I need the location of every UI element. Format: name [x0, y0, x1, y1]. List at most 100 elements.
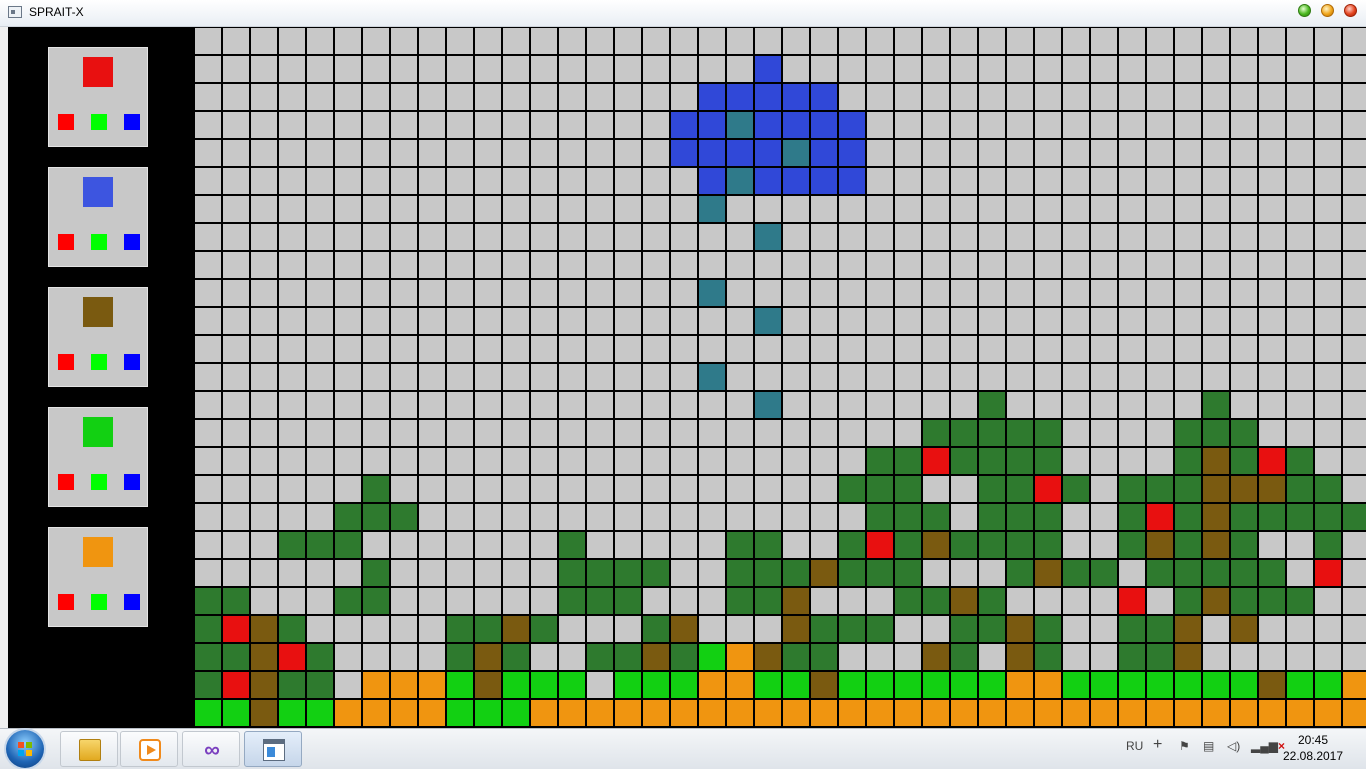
pixel-cell[interactable] — [1231, 476, 1257, 502]
pixel-cell[interactable] — [279, 672, 305, 698]
pixel-cell[interactable] — [1119, 84, 1145, 110]
pixel-cell[interactable] — [1287, 112, 1313, 138]
pixel-cell[interactable] — [391, 476, 417, 502]
pixel-cell[interactable] — [951, 140, 977, 166]
pixel-cell[interactable] — [223, 336, 249, 362]
pixel-cell[interactable] — [1231, 392, 1257, 418]
pixel-cell[interactable] — [615, 672, 641, 698]
pixel-cell[interactable] — [251, 672, 277, 698]
pixel-cell[interactable] — [783, 140, 809, 166]
pixel-cell[interactable] — [979, 308, 1005, 334]
pixel-cell[interactable] — [1315, 308, 1341, 334]
pixel-cell[interactable] — [1147, 252, 1173, 278]
pixel-cell[interactable] — [839, 280, 865, 306]
pixel-cell[interactable] — [979, 532, 1005, 558]
pixel-cell[interactable] — [1259, 420, 1285, 446]
pixel-cell[interactable] — [1259, 560, 1285, 586]
pixel-cell[interactable] — [1063, 560, 1089, 586]
pixel-cell[interactable] — [307, 252, 333, 278]
pixel-cell[interactable] — [811, 224, 837, 250]
pixel-cell[interactable] — [1343, 84, 1366, 110]
pixel-cell[interactable] — [727, 196, 753, 222]
pixel-cell[interactable] — [643, 504, 669, 530]
channel-g-button[interactable] — [91, 114, 107, 130]
pixel-cell[interactable] — [839, 112, 865, 138]
pixel-cell[interactable] — [195, 252, 221, 278]
pixel-cell[interactable] — [335, 448, 361, 474]
pixel-cell[interactable] — [755, 224, 781, 250]
pixel-cell[interactable] — [951, 700, 977, 726]
pixel-cell[interactable] — [195, 84, 221, 110]
pixel-cell[interactable] — [419, 196, 445, 222]
close-button[interactable] — [1344, 4, 1357, 17]
pixel-cell[interactable] — [475, 448, 501, 474]
pixel-cell[interactable] — [1315, 112, 1341, 138]
pixel-cell[interactable] — [1119, 168, 1145, 194]
pixel-cell[interactable] — [307, 280, 333, 306]
pixel-cell[interactable] — [923, 560, 949, 586]
pixel-cell[interactable] — [699, 56, 725, 82]
pixel-cell[interactable] — [1287, 504, 1313, 530]
pixel-cell[interactable] — [307, 392, 333, 418]
pixel-cell[interactable] — [1119, 280, 1145, 306]
pixel-cell[interactable] — [951, 644, 977, 670]
pixel-cell[interactable] — [391, 336, 417, 362]
pixel-cell[interactable] — [811, 140, 837, 166]
pixel-cell[interactable] — [1287, 448, 1313, 474]
pixel-cell[interactable] — [475, 504, 501, 530]
pixel-cell[interactable] — [1259, 364, 1285, 390]
taskbar-visual-studio-button[interactable]: ∞ — [182, 731, 240, 767]
pixel-cell[interactable] — [279, 168, 305, 194]
pixel-cell[interactable] — [979, 112, 1005, 138]
pixel-cell[interactable] — [979, 168, 1005, 194]
pixel-cell[interactable] — [503, 280, 529, 306]
pixel-cell[interactable] — [1063, 224, 1089, 250]
pixel-cell[interactable] — [1231, 560, 1257, 586]
pixel-cell[interactable] — [503, 336, 529, 362]
pixel-cell[interactable] — [391, 84, 417, 110]
pixel-cell[interactable] — [783, 420, 809, 446]
pixel-cell[interactable] — [1063, 196, 1089, 222]
pixel-cell[interactable] — [783, 56, 809, 82]
pixel-cell[interactable] — [755, 588, 781, 614]
pixel-cell[interactable] — [867, 252, 893, 278]
pixel-cell[interactable] — [1231, 588, 1257, 614]
pixel-cell[interactable] — [643, 308, 669, 334]
pixel-cell[interactable] — [279, 112, 305, 138]
pixel-cell[interactable] — [363, 336, 389, 362]
pixel-cell[interactable] — [1035, 168, 1061, 194]
pixel-cell[interactable] — [587, 616, 613, 642]
pixel-cell[interactable] — [335, 336, 361, 362]
pixel-cell[interactable] — [615, 280, 641, 306]
pixel-cell[interactable] — [1119, 392, 1145, 418]
pixel-canvas[interactable] — [194, 27, 1366, 728]
pixel-cell[interactable] — [1091, 504, 1117, 530]
pixel-cell[interactable] — [1315, 532, 1341, 558]
pixel-cell[interactable] — [391, 112, 417, 138]
pixel-cell[interactable] — [559, 336, 585, 362]
pixel-cell[interactable] — [979, 588, 1005, 614]
pixel-cell[interactable] — [615, 504, 641, 530]
pixel-cell[interactable] — [195, 700, 221, 726]
pixel-cell[interactable] — [587, 336, 613, 362]
pixel-cell[interactable] — [1007, 392, 1033, 418]
pixel-cell[interactable] — [923, 616, 949, 642]
pixel-cell[interactable] — [195, 476, 221, 502]
pixel-cell[interactable] — [615, 644, 641, 670]
pixel-cell[interactable] — [363, 196, 389, 222]
pixel-cell[interactable] — [643, 168, 669, 194]
pixel-cell[interactable] — [671, 504, 697, 530]
pixel-cell[interactable] — [363, 420, 389, 446]
pixel-cell[interactable] — [335, 560, 361, 586]
pixel-cell[interactable] — [1315, 504, 1341, 530]
pixel-cell[interactable] — [727, 252, 753, 278]
pixel-cell[interactable] — [1007, 168, 1033, 194]
plus-icon[interactable]: + — [1153, 736, 1162, 754]
pixel-cell[interactable] — [699, 616, 725, 642]
pixel-cell[interactable] — [447, 532, 473, 558]
pixel-cell[interactable] — [643, 392, 669, 418]
pixel-cell[interactable] — [1175, 644, 1201, 670]
pixel-cell[interactable] — [811, 364, 837, 390]
pixel-cell[interactable] — [615, 168, 641, 194]
pixel-cell[interactable] — [1203, 420, 1229, 446]
